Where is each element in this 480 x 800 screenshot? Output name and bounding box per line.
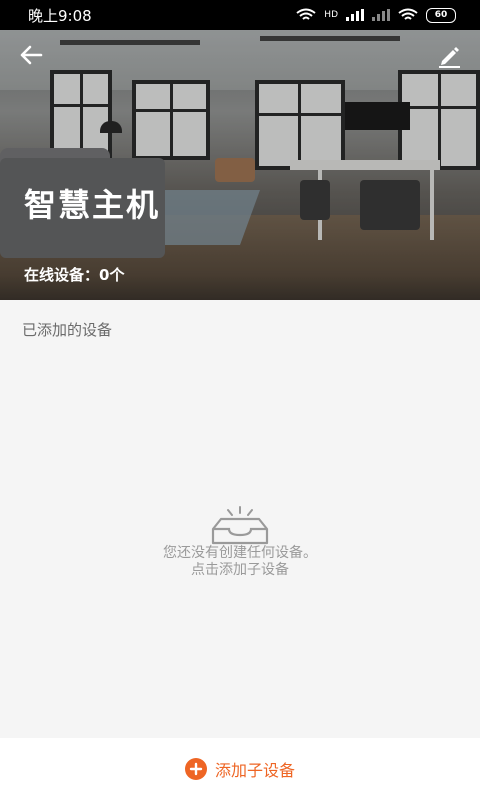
plus-circle-icon — [184, 758, 207, 780]
battery-icon: 60 — [426, 7, 456, 23]
empty-tray-icon — [211, 506, 269, 545]
page-title: 智慧主机 — [24, 186, 161, 224]
status-time: 晚上9:08 — [28, 6, 92, 25]
status-bar: 晚上9:08 HD 60 — [0, 0, 480, 30]
signal-strength-icon — [346, 9, 364, 21]
empty-message: 您还没有创建任何设备。 — [163, 545, 317, 561]
empty-hint: 点击添加子设备 — [191, 562, 289, 578]
hero-banner: 智慧主机 在线设备：0个 — [0, 30, 480, 300]
pencil-icon[interactable] — [434, 40, 464, 70]
wifi-icon — [296, 8, 316, 20]
online-device-count: 在线设备：0个 — [24, 266, 125, 284]
status-icons: HD 60 — [296, 7, 456, 23]
arrow-left-icon[interactable] — [16, 40, 46, 70]
add-sub-device-button[interactable]: 添加子设备 — [0, 738, 480, 800]
hero-shade — [0, 30, 480, 300]
signal-weak-icon — [372, 9, 390, 21]
added-devices-label: 已添加的设备 — [22, 321, 113, 339]
empty-state: 您还没有创建任何设备。 点击添加子设备 — [0, 505, 480, 579]
hd-signal-label: HD — [324, 9, 338, 20]
wifi-icon-2 — [398, 8, 418, 20]
add-sub-device-label: 添加子设备 — [214, 761, 295, 780]
